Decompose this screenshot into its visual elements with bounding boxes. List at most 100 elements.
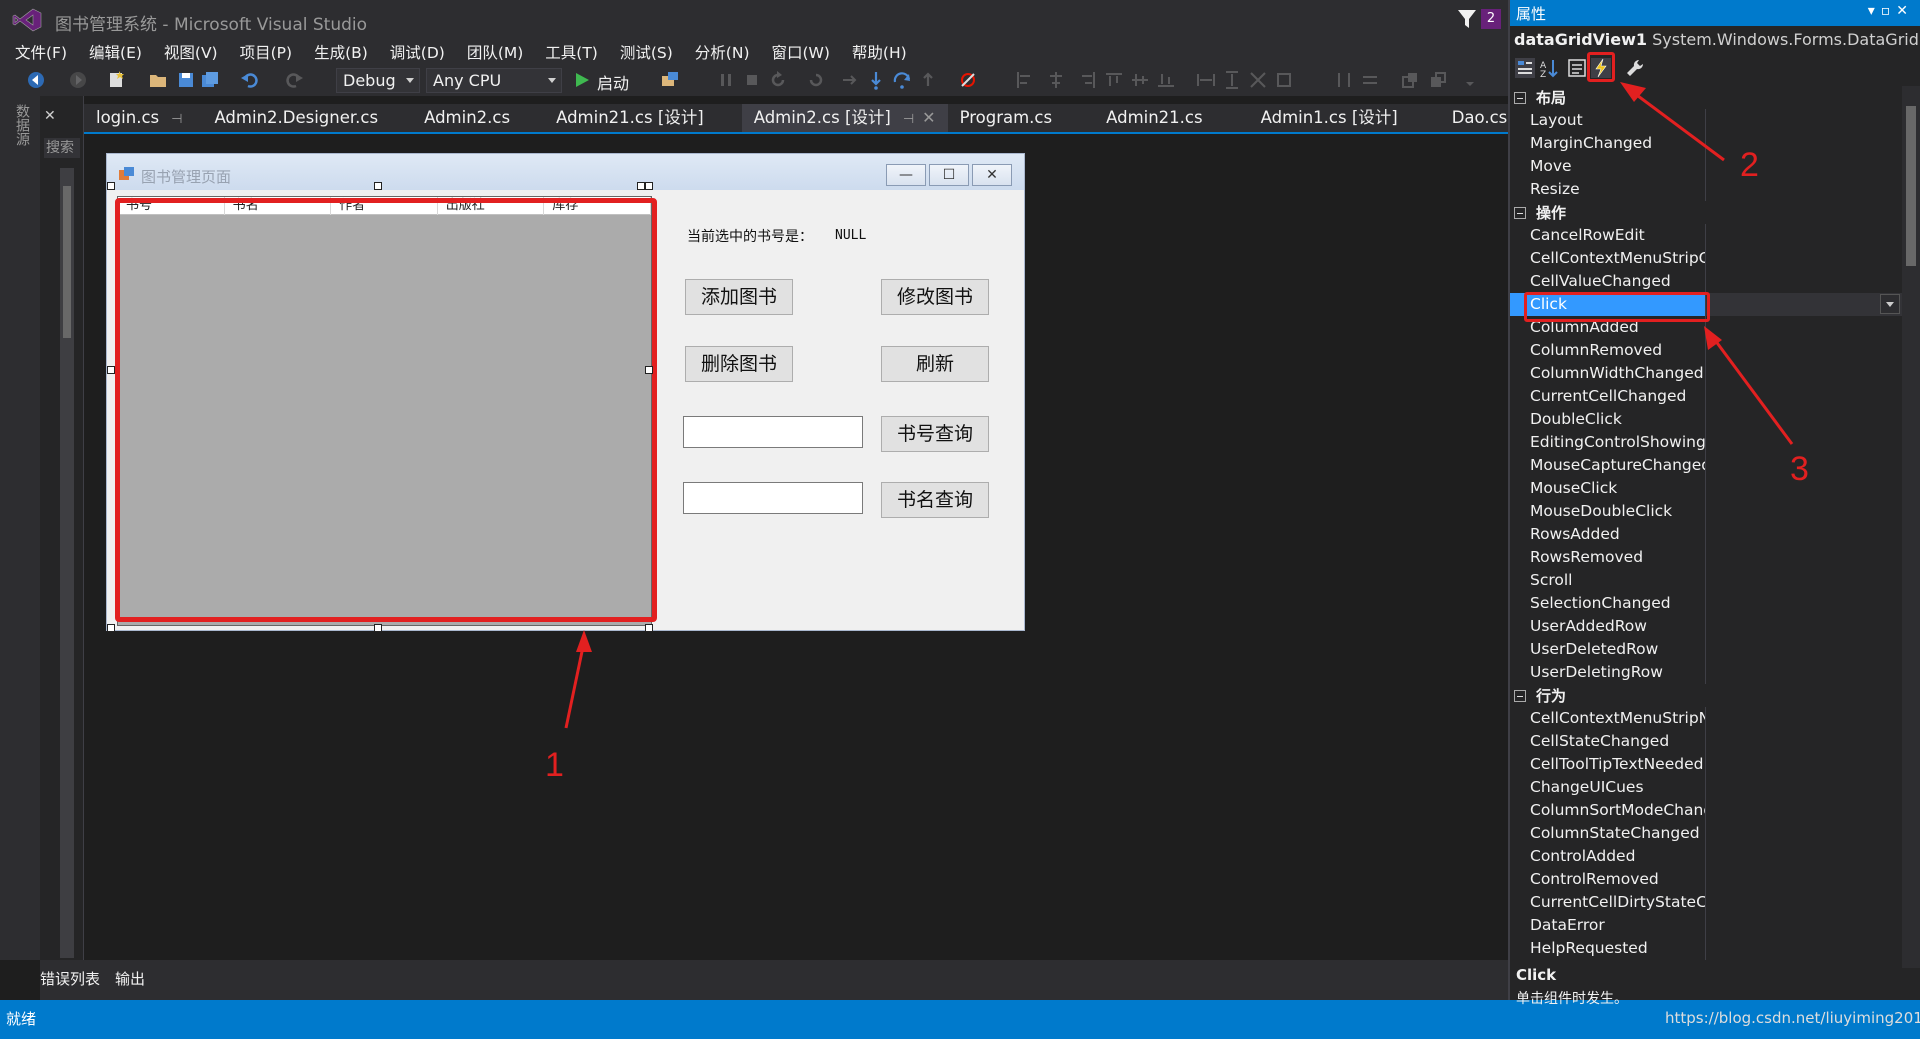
event-row[interactable]: CurrentCellDirtyStateCh: [1510, 891, 1902, 914]
event-handler-value[interactable]: [1705, 109, 1902, 132]
event-handler-value[interactable]: [1705, 362, 1902, 385]
show-next-statement-icon[interactable]: [840, 70, 860, 90]
resize-handle[interactable]: [374, 182, 382, 190]
data-sources-tab[interactable]: 数据源: [12, 104, 32, 146]
category-header[interactable]: 操作: [1510, 201, 1902, 224]
tab-admin1-design[interactable]: Admin1.cs [设计]: [1249, 104, 1410, 132]
stop-icon[interactable]: [742, 70, 762, 90]
event-row[interactable]: ColumnStateChanged: [1510, 822, 1902, 845]
event-row[interactable]: CellContextMenuStripN: [1510, 707, 1902, 730]
panel-close-icon[interactable]: ✕: [44, 108, 56, 124]
scrollbar-thumb[interactable]: [63, 186, 71, 338]
event-handler-value[interactable]: [1705, 592, 1902, 615]
event-handler-value[interactable]: [1705, 822, 1902, 845]
navigate-forward-icon[interactable]: [68, 70, 88, 90]
event-row[interactable]: MouseDoubleClick: [1510, 500, 1902, 523]
resize-handle[interactable]: [107, 366, 115, 374]
properties-view-icon[interactable]: [1566, 57, 1588, 79]
event-row[interactable]: MouseCaptureChanged: [1510, 454, 1902, 477]
event-handler-value[interactable]: [1705, 247, 1902, 270]
menu-view[interactable]: 视图(V): [153, 41, 229, 63]
designed-form[interactable]: 图书管理页面 — ☐ ✕ 书号 书名 作者 出版社 库存 当前选中的书号是： N…: [106, 153, 1025, 632]
collapse-icon[interactable]: [1514, 91, 1526, 104]
event-handler-value[interactable]: [1705, 868, 1902, 891]
event-handler-value[interactable]: [1705, 753, 1902, 776]
step-into-icon[interactable]: [866, 70, 886, 90]
book-id-search-input[interactable]: [683, 416, 863, 448]
event-row[interactable]: RowsAdded: [1510, 523, 1902, 546]
event-row[interactable]: UserDeletedRow: [1510, 638, 1902, 661]
pin-icon[interactable]: ⊣: [903, 112, 914, 127]
start-button[interactable]: 启动: [597, 70, 629, 94]
event-handler-value[interactable]: [1705, 661, 1902, 684]
event-row[interactable]: HelpRequested: [1510, 937, 1902, 960]
event-row[interactable]: RowsRemoved: [1510, 546, 1902, 569]
tab-admin21-design[interactable]: Admin21.cs [设计]: [544, 104, 716, 132]
save-all-icon[interactable]: [200, 70, 220, 90]
step-out-icon[interactable]: [918, 70, 938, 90]
resize-handle[interactable]: [645, 624, 653, 632]
align-tops-icon[interactable]: [1104, 70, 1124, 90]
event-row[interactable]: MarginChanged: [1510, 132, 1902, 155]
search-by-id-button[interactable]: 书号查询: [881, 416, 989, 452]
event-handler-value[interactable]: [1705, 615, 1902, 638]
menu-tools[interactable]: 工具(T): [534, 41, 609, 63]
event-row[interactable]: CurrentCellChanged: [1510, 385, 1902, 408]
event-handler-value[interactable]: [1705, 132, 1902, 155]
event-row[interactable]: ChangeUICues: [1510, 776, 1902, 799]
edit-book-button[interactable]: 修改图书: [881, 279, 989, 315]
start-play-icon[interactable]: [572, 70, 592, 90]
panel-window-controls-icon[interactable]: ▾▫✕: [1868, 3, 1914, 19]
property-pages-wrench-icon[interactable]: [1624, 57, 1646, 79]
event-row[interactable]: CellValueChanged: [1510, 270, 1902, 293]
bring-to-front-icon[interactable]: [1400, 70, 1420, 90]
selected-object-selector[interactable]: dataGridView1 System.Windows.Forms.DataG…: [1514, 30, 1918, 52]
event-handler-value[interactable]: [1705, 891, 1902, 914]
hot-reload-icon[interactable]: [806, 70, 826, 90]
resize-handle[interactable]: [374, 624, 382, 632]
maximize-button[interactable]: ☐: [929, 164, 969, 186]
category-header[interactable]: 布局: [1510, 86, 1902, 109]
undo-icon[interactable]: [240, 70, 260, 90]
redo-icon[interactable]: [284, 70, 304, 90]
event-handler-value[interactable]: [1705, 776, 1902, 799]
event-handler-value[interactable]: [1705, 569, 1902, 592]
save-icon[interactable]: [176, 70, 196, 90]
event-row[interactable]: Move: [1510, 155, 1902, 178]
event-row[interactable]: ColumnWidthChanged: [1510, 362, 1902, 385]
event-row[interactable]: DataError: [1510, 914, 1902, 937]
event-handler-value[interactable]: [1705, 546, 1902, 569]
horizontal-spacing-icon[interactable]: [1334, 70, 1354, 90]
event-row[interactable]: DoubleClick: [1510, 408, 1902, 431]
menu-debug[interactable]: 调试(D): [379, 41, 456, 63]
navigate-back-icon[interactable]: [26, 70, 46, 90]
menu-window[interactable]: 窗口(W): [761, 41, 841, 63]
align-bottoms-icon[interactable]: [1156, 70, 1176, 90]
menu-build[interactable]: 生成(B): [303, 41, 379, 63]
pin-icon[interactable]: ⊣: [171, 112, 182, 127]
event-row[interactable]: CellContextMenuStripC: [1510, 247, 1902, 270]
properties-scrollbar[interactable]: [1902, 86, 1920, 968]
attach-process-icon[interactable]: [660, 70, 680, 90]
event-handler-value[interactable]: [1705, 730, 1902, 753]
breakpoint-toggle-icon[interactable]: [958, 70, 978, 90]
event-handler-value[interactable]: [1705, 937, 1902, 960]
close-icon[interactable]: ✕: [922, 108, 935, 127]
event-row[interactable]: ControlAdded: [1510, 845, 1902, 868]
menu-file[interactable]: 文件(F): [4, 41, 78, 63]
event-row[interactable]: Scroll: [1510, 569, 1902, 592]
tab-error-list[interactable]: 错误列表: [40, 968, 100, 989]
event-handler-value[interactable]: [1705, 638, 1902, 661]
tab-admin21-cs[interactable]: Admin21.cs: [1094, 104, 1215, 132]
event-row[interactable]: CellToolTipTextNeeded: [1510, 753, 1902, 776]
event-row[interactable]: EditingControlShowing: [1510, 431, 1902, 454]
step-over-icon[interactable]: [892, 70, 912, 90]
notification-button[interactable]: 2: [1455, 6, 1501, 32]
resize-handle[interactable]: [645, 182, 653, 190]
restart-icon[interactable]: [768, 70, 788, 90]
event-row[interactable]: UserDeletingRow: [1510, 661, 1902, 684]
tab-admin2-cs[interactable]: Admin2.cs: [412, 104, 522, 132]
alphabetical-view-icon[interactable]: AZ: [1538, 57, 1560, 79]
resize-handle[interactable]: [107, 624, 115, 632]
menu-project[interactable]: 项目(P): [229, 41, 303, 63]
